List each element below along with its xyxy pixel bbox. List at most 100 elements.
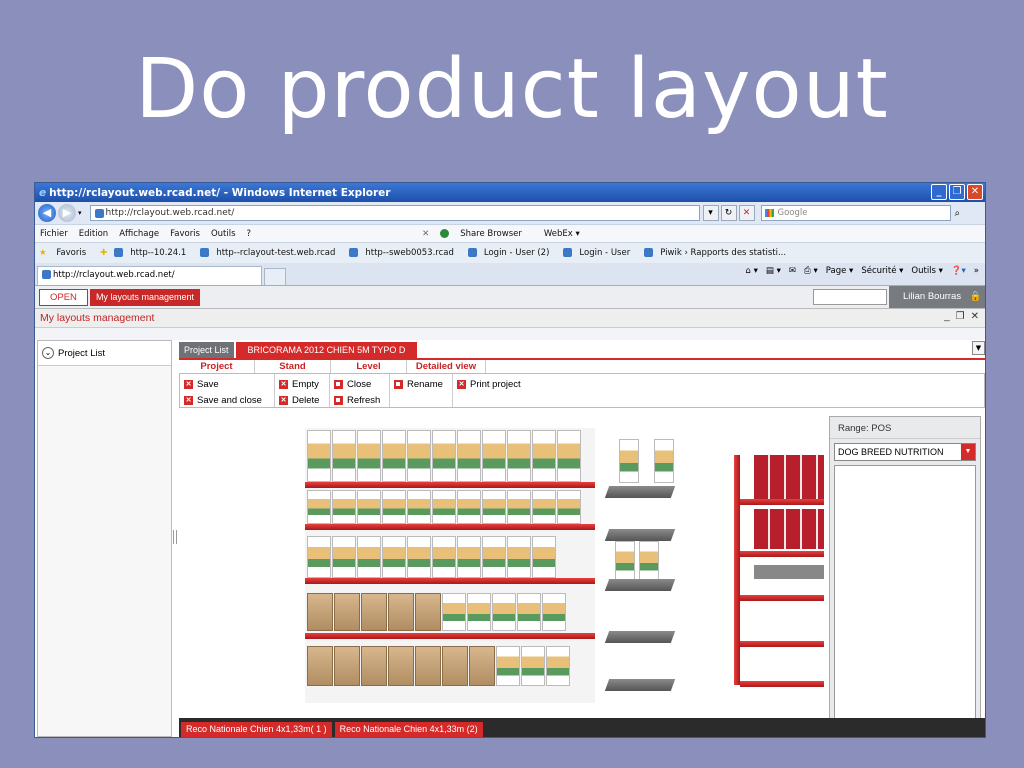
favorite-link[interactable]: http--sweb0053.rcad [349, 248, 461, 258]
product-pack[interactable] [407, 490, 431, 524]
sidebar-item-project-list[interactable]: ⌄ Project List [38, 341, 171, 366]
product-pack[interactable] [654, 439, 674, 483]
tab-project[interactable]: Project [179, 360, 255, 373]
floating-shelf[interactable] [604, 529, 676, 541]
product-pack[interactable] [307, 490, 331, 524]
product-pack[interactable] [382, 536, 406, 578]
favorite-link[interactable]: Piwik › Rapports des statisti... [644, 248, 793, 258]
print-icon[interactable]: ⎙ ▾ [804, 266, 818, 276]
product-box[interactable] [334, 593, 360, 631]
minimize-icon[interactable]: _ [944, 311, 950, 322]
tab-level[interactable]: Level [331, 360, 407, 373]
product-pack[interactable] [432, 490, 456, 524]
product-pack[interactable] [357, 490, 381, 524]
feeds-icon[interactable]: ▤ ▾ [766, 266, 781, 276]
product-pack[interactable] [357, 430, 381, 482]
security-menu[interactable]: Sécurité ▾ [861, 266, 903, 276]
product-pack[interactable] [546, 646, 570, 686]
favorites-button[interactable]: ★ Favoris [39, 248, 93, 258]
product-pack[interactable] [457, 490, 481, 524]
webex-button[interactable]: WebEx ▾ [544, 229, 580, 239]
address-bar[interactable]: http://rclayout.web.rcad.net/ [89, 205, 700, 221]
tab-detailed-view[interactable]: Detailed view [407, 360, 486, 373]
refresh-icon[interactable]: ↻ [720, 205, 737, 221]
product-box[interactable] [361, 593, 387, 631]
product-pack[interactable] [517, 593, 541, 631]
print-project-button[interactable]: ✕ Print project [457, 376, 521, 392]
history-dropdown-icon[interactable]: ▾ [78, 209, 82, 217]
search-icon[interactable]: ⌕ [955, 208, 961, 219]
share-browser-button[interactable]: Share Browser [440, 228, 533, 239]
product-pack[interactable] [615, 541, 635, 581]
favorite-link[interactable]: Login - User (2) [467, 248, 557, 258]
product-pack[interactable] [357, 536, 381, 578]
floating-shelf[interactable] [604, 679, 676, 691]
product-pack[interactable] [457, 536, 481, 578]
chevron-down-icon[interactable]: ▼ [961, 444, 975, 460]
lock-icon[interactable]: 🔒 [970, 291, 982, 302]
minimize-icon[interactable]: _ [931, 184, 947, 200]
product-pack[interactable] [432, 536, 456, 578]
back-icon[interactable]: ◀ [38, 204, 56, 222]
product-box[interactable] [415, 593, 441, 631]
close-icon[interactable]: ✕ [967, 184, 983, 200]
search-input[interactable]: Google [760, 205, 951, 221]
product-pack[interactable] [532, 430, 556, 482]
product-box[interactable] [334, 646, 360, 686]
product-pack[interactable] [332, 490, 356, 524]
side-shelf-unit[interactable] [734, 455, 824, 705]
product-pack[interactable] [482, 536, 506, 578]
menu-help[interactable]: ? [247, 229, 252, 239]
product-pack[interactable] [532, 536, 556, 578]
product-pack[interactable] [542, 593, 566, 631]
product-box[interactable] [307, 646, 333, 686]
product-pack[interactable] [442, 593, 466, 631]
splitter-handle[interactable] [173, 530, 177, 544]
product-pack[interactable] [557, 490, 581, 524]
product-pack[interactable] [532, 490, 556, 524]
mail-icon[interactable]: ✉ [789, 266, 796, 276]
toolbar-close-icon[interactable]: ✕ [422, 229, 429, 239]
product-box[interactable] [307, 593, 333, 631]
floating-shelf[interactable] [604, 486, 676, 498]
menu-fichier[interactable]: Fichier [40, 229, 68, 239]
product-pack[interactable] [307, 430, 331, 482]
tools-menu[interactable]: Outils ▾ [911, 266, 943, 276]
forward-icon[interactable]: ▶ [58, 204, 76, 222]
product-box[interactable] [388, 646, 414, 686]
product-block[interactable] [754, 455, 824, 499]
address-dropdown-icon[interactable]: ▾ [702, 205, 719, 221]
save-button[interactable]: ✕ Save [184, 376, 270, 392]
product-pack[interactable] [407, 430, 431, 482]
favorite-link[interactable]: Login - User [563, 248, 637, 258]
refresh-button[interactable]: Refresh [334, 392, 385, 408]
help-icon[interactable]: ❓▾ [951, 266, 966, 276]
product-box[interactable] [388, 593, 414, 631]
range-product-list[interactable] [834, 465, 976, 732]
favorite-link[interactable]: http--10.24.1 [114, 248, 193, 258]
product-pack[interactable] [639, 541, 659, 581]
product-pack[interactable] [507, 490, 531, 524]
tab-reco-1[interactable]: Reco Nationale Chien 4x1,33m( 1 ) [181, 722, 332, 737]
close-button[interactable]: Close [334, 376, 385, 392]
user-menu[interactable]: Lilian Bourras 🔒 [889, 286, 985, 308]
product-box[interactable] [415, 646, 441, 686]
product-box[interactable] [469, 646, 495, 686]
product-pack[interactable] [521, 646, 545, 686]
floating-shelf[interactable] [604, 579, 676, 591]
add-favorite-icon[interactable]: ✚ [100, 248, 107, 258]
product-pack[interactable] [467, 593, 491, 631]
menu-favoris[interactable]: Favoris [170, 229, 200, 239]
save-and-close-button[interactable]: ✕ Save and close [184, 392, 270, 408]
floating-shelf[interactable] [604, 631, 676, 643]
product-pack[interactable] [382, 490, 406, 524]
product-box[interactable] [361, 646, 387, 686]
product-pack[interactable] [492, 593, 516, 631]
open-button[interactable]: OPEN [39, 288, 88, 306]
restore-icon[interactable]: ❐ [949, 184, 965, 200]
product-pack[interactable] [507, 536, 531, 578]
restore-icon[interactable]: ❐ [956, 311, 965, 322]
new-tab-button[interactable] [264, 268, 286, 285]
close-icon[interactable]: ✕ [971, 311, 979, 322]
menu-affichage[interactable]: Affichage [119, 229, 159, 239]
